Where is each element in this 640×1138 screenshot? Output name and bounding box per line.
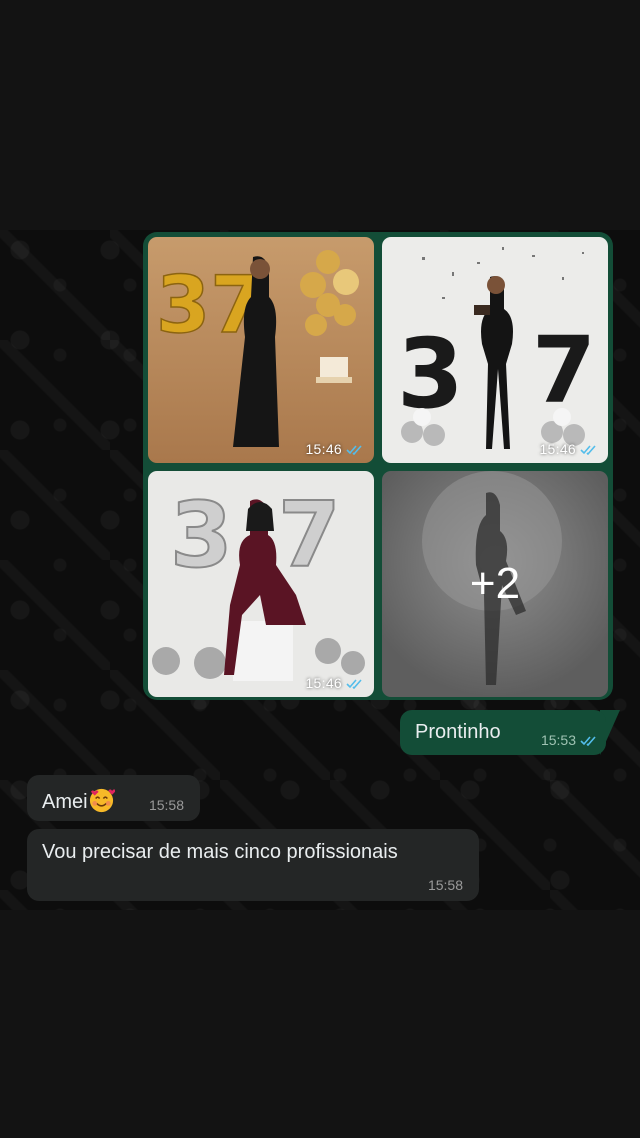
message-time-label: 15:58 xyxy=(148,797,184,813)
album-photo-4-more[interactable]: +2 xyxy=(382,471,608,697)
photo-2-timestamp: 15:46 xyxy=(539,441,598,457)
message-text: Amei xyxy=(42,791,88,813)
photo-black-balloons-image: 3 7 xyxy=(382,237,608,463)
album-photo-2[interactable]: 3 7 15:46 xyxy=(382,237,608,463)
photo-1-timestamp: 15:46 xyxy=(305,441,364,457)
svg-text:3: 3 xyxy=(397,318,464,430)
svg-text:7: 7 xyxy=(278,483,341,588)
photo-gold-balloons-image: 37 xyxy=(148,237,374,463)
incoming-message-bubble[interactable]: Vou precisar de mais cinco profissionais… xyxy=(27,829,479,901)
photo-silver-balloons-image: 3 7 xyxy=(148,471,374,697)
read-ticks-icon xyxy=(346,678,362,689)
outgoing-message-bubble[interactable]: Prontinho 15:53 xyxy=(400,710,606,755)
message-text: Prontinho xyxy=(415,721,501,743)
svg-text:7: 7 xyxy=(532,317,596,424)
message-time-label: 15:53 xyxy=(540,732,576,748)
album-photo-3[interactable]: 3 7 15:46 xyxy=(148,471,374,697)
read-ticks-icon xyxy=(346,444,362,455)
incoming-message-bubble[interactable]: Amei 15:58 xyxy=(27,775,200,821)
message-text: Vou precisar de mais cinco profissionais xyxy=(42,841,398,863)
message-text-with-emoji: Amei xyxy=(42,787,115,814)
svg-text:3: 3 xyxy=(170,483,233,588)
photo-album-message[interactable]: 37 15:46 3 7 15:46 3 7 15:46 +2 xyxy=(143,232,613,700)
more-photos-count: +2 xyxy=(469,559,521,608)
smiling-face-with-hearts-icon xyxy=(89,788,115,813)
photo-3-time-label: 15:46 xyxy=(305,675,342,691)
photo-3-timestamp: 15:46 xyxy=(305,675,364,691)
read-ticks-icon xyxy=(580,735,596,746)
photo-2-time-label: 15:46 xyxy=(539,441,576,457)
message-timestamp: 15:53 xyxy=(541,732,598,748)
read-ticks-icon xyxy=(580,444,596,455)
photo-1-time-label: 15:46 xyxy=(305,441,342,457)
album-photo-1[interactable]: 37 15:46 xyxy=(148,237,374,463)
message-time-label: 15:58 xyxy=(427,877,463,893)
